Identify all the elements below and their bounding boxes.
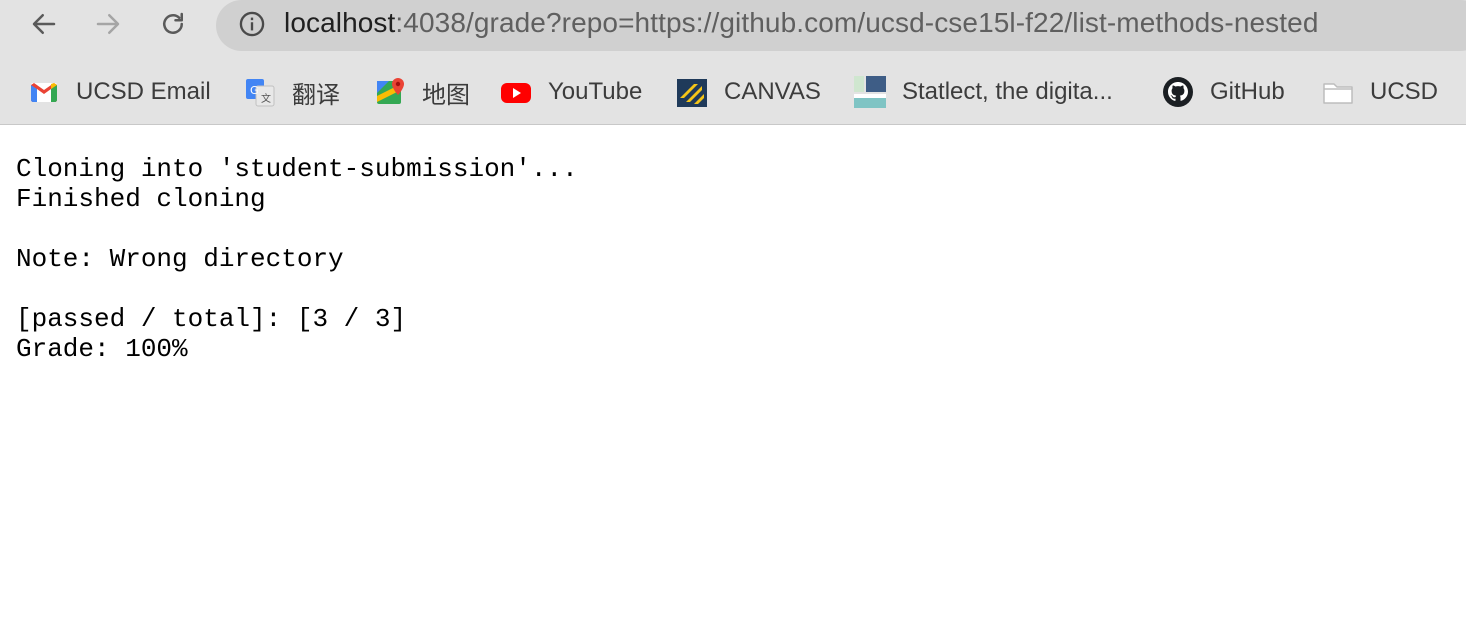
bookmark-label: 地图: [422, 81, 470, 109]
output-line: Grade: 100%: [16, 334, 188, 364]
bookmarks-bar: UCSD Email G 文 翻译 地图 YouTube CANVAS Stat…: [0, 70, 1466, 114]
bookmark-label: GitHub: [1210, 78, 1285, 105]
address-bar[interactable]: localhost:4038/grade?repo=https://github…: [216, 0, 1466, 51]
arrow-left-icon: [32, 14, 56, 34]
output-line: Cloning into 'student-submission'...: [16, 154, 578, 184]
arrow-right-icon: [96, 14, 120, 34]
url-text[interactable]: localhost:4038/grade?repo=https://github…: [284, 7, 1319, 39]
statlect-icon: [854, 76, 886, 108]
bookmark-label: CANVAS: [724, 78, 821, 105]
github-icon: [1162, 76, 1194, 108]
svg-text:文: 文: [261, 92, 271, 105]
bookmark-canvas[interactable]: CANVAS: [676, 70, 821, 114]
page-output: Cloning into 'student-submission'... Fin…: [16, 154, 578, 364]
info-icon[interactable]: [238, 10, 266, 38]
bookmark-youtube[interactable]: YouTube: [500, 70, 642, 114]
url-host: localhost: [284, 7, 396, 38]
browser-chrome: localhost:4038/grade?repo=https://github…: [0, 0, 1466, 125]
google-translate-icon: G 文: [244, 76, 276, 108]
bookmark-label: Statlect, the digita...: [902, 78, 1113, 105]
output-line: [passed / total]: [3 / 3]: [16, 304, 407, 334]
reload-button[interactable]: [155, 6, 191, 42]
url-path: :4038/grade?repo=https://github.com/ucsd…: [395, 7, 1319, 38]
forward-button[interactable]: [90, 6, 126, 42]
youtube-icon: [500, 76, 532, 108]
output-line: Note: Wrong directory: [16, 244, 344, 274]
google-maps-icon: [374, 76, 406, 108]
back-button[interactable]: [26, 6, 62, 42]
canvas-icon: [676, 76, 708, 108]
reload-icon: [163, 12, 183, 34]
bookmark-maps[interactable]: 地图: [374, 70, 470, 114]
output-line: Finished cloning: [16, 184, 266, 214]
bookmark-folder-ucsd[interactable]: UCSD: [1322, 70, 1438, 114]
bookmark-label: YouTube: [548, 78, 643, 105]
folder-icon: [1322, 76, 1354, 108]
bookmark-translate[interactable]: G 文 翻译: [244, 70, 340, 114]
bookmark-label: 翻译: [292, 81, 340, 109]
bookmark-label: UCSD Email: [76, 78, 211, 105]
bookmark-label: UCSD: [1370, 78, 1439, 105]
bookmark-statlect[interactable]: Statlect, the digita...: [854, 70, 1113, 114]
gmail-icon: [28, 76, 60, 108]
svg-text:G: G: [250, 84, 259, 97]
bookmark-ucsd-email[interactable]: UCSD Email: [28, 70, 211, 114]
bookmark-github[interactable]: GitHub: [1162, 70, 1285, 114]
